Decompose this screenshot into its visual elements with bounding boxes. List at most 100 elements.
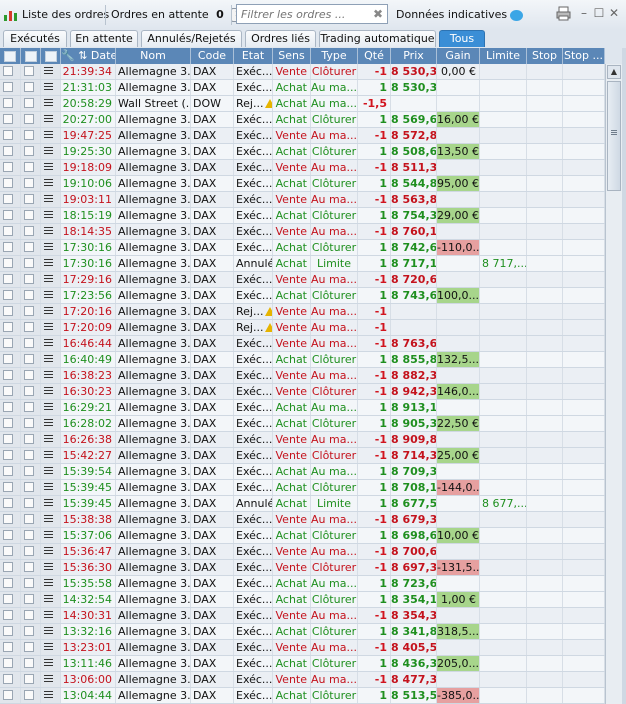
tab-linked-orders[interactable]: Ordres liés: [245, 30, 316, 47]
header-price[interactable]: Prix: [391, 48, 437, 64]
row-details-icon[interactable]: [41, 352, 61, 367]
table-row[interactable]: 15:39:45 Allemagne 3... DAX Annulé Achat Limi…: [0, 496, 605, 512]
row-select-icon[interactable]: [0, 224, 21, 239]
row-details-icon[interactable]: [41, 432, 61, 447]
row-edit-icon[interactable]: [21, 464, 41, 479]
row-details-icon[interactable]: [41, 368, 61, 383]
table-row[interactable]: 16:38:23 Allemagne 3... DAX Exéc... Vente Au …: [0, 368, 605, 384]
row-edit-icon[interactable]: [21, 256, 41, 271]
row-edit-icon[interactable]: [21, 272, 41, 287]
header-select[interactable]: [0, 48, 21, 64]
row-edit-icon[interactable]: [21, 384, 41, 399]
pending-orders-button[interactable]: Ordres en attente 0 ✕: [111, 6, 246, 24]
row-details-icon[interactable]: [41, 192, 61, 207]
row-select-icon[interactable]: [0, 448, 21, 463]
table-row[interactable]: 19:03:11 Allemagne 3... DAX Exéc... Vente Au …: [0, 192, 605, 208]
row-details-icon[interactable]: [41, 304, 61, 319]
header-details[interactable]: [41, 48, 61, 64]
table-row[interactable]: 15:38:38 Allemagne 3... DAX Exéc... Vente Au …: [0, 512, 605, 528]
row-details-icon[interactable]: [41, 128, 61, 143]
row-details-icon[interactable]: [41, 80, 61, 95]
close-window-icon[interactable]: ✕: [608, 6, 620, 20]
row-details-icon[interactable]: [41, 288, 61, 303]
row-select-icon[interactable]: [0, 144, 21, 159]
row-select-icon[interactable]: [0, 608, 21, 623]
header-date[interactable]: 🔧 ⇅ Date: [61, 48, 116, 64]
row-edit-icon[interactable]: [21, 176, 41, 191]
row-select-icon[interactable]: [0, 688, 21, 703]
table-row[interactable]: 19:47:25 Allemagne 3... DAX Exéc... Vente Au …: [0, 128, 605, 144]
row-edit-icon[interactable]: [21, 128, 41, 143]
row-edit-icon[interactable]: [21, 480, 41, 495]
table-row[interactable]: 19:18:09 Allemagne 3... DAX Exéc... Vente Au …: [0, 160, 605, 176]
table-row[interactable]: 17:30:16 Allemagne 3... DAX Exéc... Achat Clô…: [0, 240, 605, 256]
row-edit-icon[interactable]: [21, 528, 41, 543]
row-select-icon[interactable]: [0, 256, 21, 271]
row-details-icon[interactable]: [41, 496, 61, 511]
row-details-icon[interactable]: [41, 336, 61, 351]
row-edit-icon[interactable]: [21, 320, 41, 335]
row-select-icon[interactable]: [0, 288, 21, 303]
header-edit[interactable]: [21, 48, 41, 64]
table-row[interactable]: 15:37:06 Allemagne 3... DAX Exéc... Achat Clô…: [0, 528, 605, 544]
row-details-icon[interactable]: [41, 544, 61, 559]
row-select-icon[interactable]: [0, 96, 21, 111]
row-select-icon[interactable]: [0, 240, 21, 255]
row-edit-icon[interactable]: [21, 656, 41, 671]
row-edit-icon[interactable]: [21, 160, 41, 175]
header-limit[interactable]: Limite: [480, 48, 527, 64]
row-select-icon[interactable]: [0, 560, 21, 575]
row-edit-icon[interactable]: [21, 624, 41, 639]
row-details-icon[interactable]: [41, 624, 61, 639]
row-details-icon[interactable]: [41, 592, 61, 607]
table-row[interactable]: 16:29:21 Allemagne 3... DAX Exéc... Achat Au …: [0, 400, 605, 416]
row-edit-icon[interactable]: [21, 352, 41, 367]
header-side[interactable]: Sens: [273, 48, 311, 64]
row-select-icon[interactable]: [0, 112, 21, 127]
table-row[interactable]: 15:35:58 Allemagne 3... DAX Exéc... Achat Au …: [0, 576, 605, 592]
row-select-icon[interactable]: [0, 192, 21, 207]
row-edit-icon[interactable]: [21, 208, 41, 223]
table-row[interactable]: 16:46:44 Allemagne 3... DAX Exéc... Vente Au …: [0, 336, 605, 352]
table-row[interactable]: 18:14:35 Allemagne 3... DAX Exéc... Vente Au …: [0, 224, 605, 240]
row-select-icon[interactable]: [0, 624, 21, 639]
row-details-icon[interactable]: [41, 400, 61, 415]
row-select-icon[interactable]: [0, 656, 21, 671]
row-edit-icon[interactable]: [21, 64, 41, 79]
row-select-icon[interactable]: [0, 368, 21, 383]
table-row[interactable]: 16:26:38 Allemagne 3... DAX Exéc... Vente Au …: [0, 432, 605, 448]
scroll-thumb[interactable]: [607, 81, 621, 191]
row-edit-icon[interactable]: [21, 240, 41, 255]
row-details-icon[interactable]: [41, 224, 61, 239]
row-edit-icon[interactable]: [21, 576, 41, 591]
row-edit-icon[interactable]: [21, 416, 41, 431]
row-details-icon[interactable]: [41, 240, 61, 255]
header-qty[interactable]: Qté: [358, 48, 391, 64]
row-edit-icon[interactable]: [21, 672, 41, 687]
row-details-icon[interactable]: [41, 656, 61, 671]
table-row[interactable]: 17:23:56 Allemagne 3... DAX Exéc... Achat Clô…: [0, 288, 605, 304]
table-row[interactable]: 17:20:16 Allemagne 3... DAX Rej... Vente Au m…: [0, 304, 605, 320]
row-details-icon[interactable]: [41, 576, 61, 591]
row-edit-icon[interactable]: [21, 640, 41, 655]
table-row[interactable]: 21:31:03 Allemagne 3... DAX Exéc... Achat Au …: [0, 80, 605, 96]
table-row[interactable]: 14:32:54 Allemagne 3... DAX Exéc... Achat Clô…: [0, 592, 605, 608]
table-row[interactable]: 13:11:46 Allemagne 3... DAX Exéc... Achat Clô…: [0, 656, 605, 672]
header-code[interactable]: Code: [191, 48, 234, 64]
row-details-icon[interactable]: [41, 208, 61, 223]
row-select-icon[interactable]: [0, 272, 21, 287]
row-select-icon[interactable]: [0, 384, 21, 399]
table-row[interactable]: 13:32:16 Allemagne 3... DAX Exéc... Achat Clô…: [0, 624, 605, 640]
table-row[interactable]: 14:30:31 Allemagne 3... DAX Exéc... Vente Au …: [0, 608, 605, 624]
table-row[interactable]: 17:29:16 Allemagne 3... DAX Exéc... Vente Au …: [0, 272, 605, 288]
row-edit-icon[interactable]: [21, 368, 41, 383]
row-details-icon[interactable]: [41, 160, 61, 175]
tab-pending[interactable]: En attente: [70, 30, 138, 47]
row-details-icon[interactable]: [41, 688, 61, 703]
row-edit-icon[interactable]: [21, 192, 41, 207]
row-select-icon[interactable]: [0, 464, 21, 479]
tab-cancelled-rejected[interactable]: Annulés/Rejetés: [141, 30, 242, 47]
table-row[interactable]: 16:30:23 Allemagne 3... DAX Exéc... Vente Clô…: [0, 384, 605, 400]
table-row[interactable]: 15:39:45 Allemagne 3... DAX Exéc... Achat Clô…: [0, 480, 605, 496]
row-details-icon[interactable]: [41, 672, 61, 687]
